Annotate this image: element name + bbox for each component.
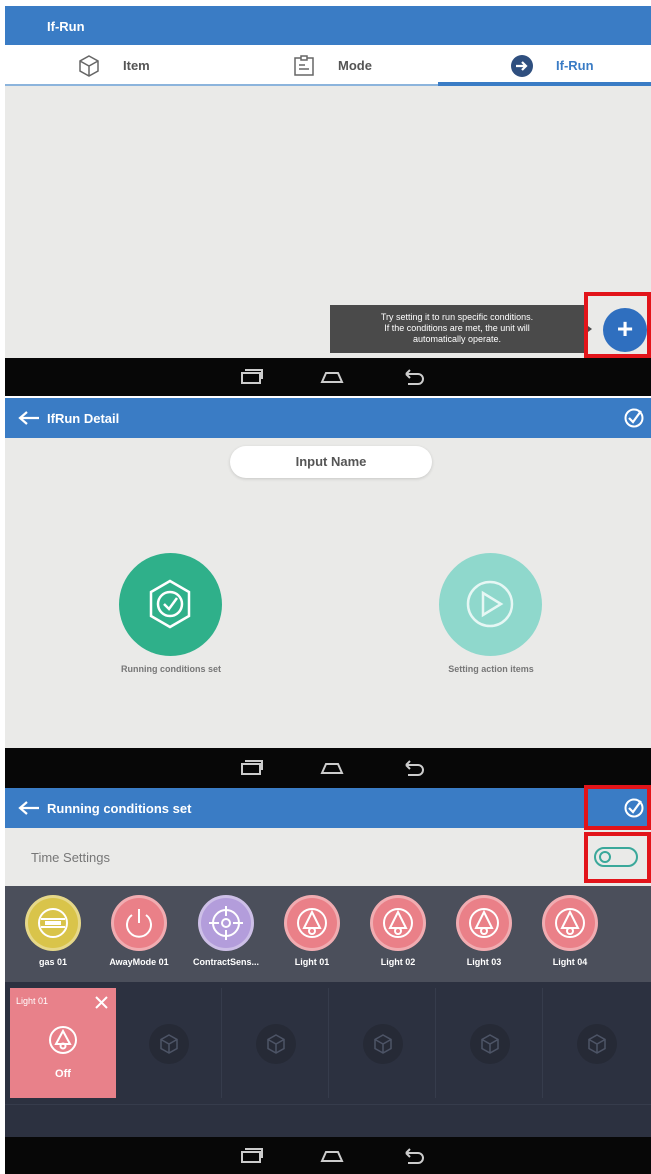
- device-label: Light 01: [294, 957, 330, 967]
- device-label: gas 01: [38, 957, 68, 967]
- system-nav-bar: [5, 748, 651, 788]
- power-icon: [111, 895, 167, 951]
- device-strip: gas 01 AwayMode 01 ContractSens... Light…: [5, 886, 651, 982]
- page-title: IfRun Detail: [47, 411, 120, 426]
- app-bar: If-Run: [5, 6, 651, 45]
- tab-mode-label: Mode: [338, 58, 372, 73]
- check-circle-icon[interactable]: [624, 408, 644, 428]
- gas-icon: [25, 895, 81, 951]
- page-title: Running conditions set: [47, 801, 192, 816]
- tab-item-label: Item: [123, 58, 150, 73]
- lamp-icon: [49, 1026, 77, 1054]
- device-label: Light 04: [552, 957, 588, 967]
- device-item-light-04[interactable]: Light 04: [527, 895, 613, 967]
- running-conditions-caption: Running conditions set: [121, 664, 221, 674]
- time-settings-row: Time Settings: [5, 828, 651, 886]
- device-item-awaymode-01[interactable]: AwayMode 01: [96, 895, 182, 967]
- empty-slot[interactable]: [543, 988, 650, 1098]
- close-icon[interactable]: [95, 996, 108, 1009]
- app-bar: IfRun Detail: [5, 398, 651, 438]
- home-icon[interactable]: [318, 760, 346, 776]
- system-nav-bar: [5, 1137, 651, 1174]
- lamp-icon: [370, 895, 426, 951]
- cube-icon: [256, 1024, 296, 1064]
- time-settings-label: Time Settings: [31, 850, 110, 865]
- app-bar: Running conditions set: [5, 788, 651, 828]
- home-icon[interactable]: [318, 369, 346, 385]
- empty-slot[interactable]: [436, 988, 543, 1098]
- arrow-circle-icon: [511, 54, 533, 77]
- device-label: AwayMode 01: [109, 957, 169, 967]
- cube-icon: [363, 1024, 403, 1064]
- add-button[interactable]: +: [603, 308, 647, 352]
- device-item-contractsens[interactable]: ContractSens...: [183, 895, 269, 967]
- home-icon[interactable]: [318, 1148, 346, 1164]
- cube-icon: [149, 1024, 189, 1064]
- empty-slot[interactable]: [329, 988, 436, 1098]
- back-icon[interactable]: [400, 369, 426, 385]
- selected-condition-card[interactable]: Light 01 Off: [10, 988, 116, 1098]
- tab-mode[interactable]: Mode: [292, 45, 372, 86]
- running-conditions-button[interactable]: [119, 553, 222, 656]
- play-circle-icon: [466, 580, 514, 628]
- tab-bar: Item Mode If-Run: [5, 45, 651, 86]
- highlight-box: [584, 785, 651, 830]
- tab-if-run[interactable]: If-Run: [510, 45, 594, 86]
- back-arrow-icon[interactable]: [17, 410, 41, 426]
- device-item-gas-01[interactable]: gas 01: [10, 895, 96, 967]
- hint-tooltip: Try setting it to run specific condition…: [330, 305, 584, 353]
- grid-divider: [5, 1104, 651, 1105]
- card-title: Light 01: [16, 996, 49, 1006]
- lamp-icon: [284, 895, 340, 951]
- highlight-box: [584, 832, 651, 883]
- sensor-icon: [198, 895, 254, 951]
- recents-icon[interactable]: [238, 369, 264, 385]
- cube-icon: [577, 1024, 617, 1064]
- tab-item[interactable]: Item: [77, 45, 150, 86]
- tooltip-line: Try setting it to run specific condition…: [380, 312, 534, 322]
- action-items-button[interactable]: [439, 553, 542, 656]
- ifrun-detail-body: [5, 438, 651, 748]
- cube-icon: [79, 54, 99, 77]
- tooltip-line: If the conditions are met, the unit will: [384, 323, 530, 333]
- device-item-light-03[interactable]: Light 03: [441, 895, 527, 967]
- conditions-icon: [149, 579, 191, 629]
- device-label: ContractSens...: [192, 957, 259, 967]
- back-icon[interactable]: [400, 1148, 426, 1164]
- name-input[interactable]: Input Name: [230, 446, 432, 478]
- action-items-caption: Setting action items: [448, 664, 534, 674]
- recents-icon[interactable]: [238, 760, 264, 776]
- back-icon[interactable]: [400, 760, 426, 776]
- lamp-icon: [456, 895, 512, 951]
- empty-slot[interactable]: [222, 988, 329, 1098]
- empty-slot[interactable]: [115, 988, 222, 1098]
- tab-if-run-label: If-Run: [556, 58, 594, 73]
- tooltip-line: automatically operate.: [412, 334, 502, 344]
- cube-icon: [470, 1024, 510, 1064]
- back-arrow-icon[interactable]: [17, 800, 41, 816]
- system-nav-bar: [5, 358, 651, 396]
- device-item-light-01[interactable]: Light 01: [269, 895, 355, 967]
- card-state: Off: [55, 1068, 71, 1080]
- page-title: If-Run: [47, 19, 85, 34]
- device-item-light-02[interactable]: Light 02: [355, 895, 441, 967]
- lamp-icon: [542, 895, 598, 951]
- device-label: Light 02: [380, 957, 416, 967]
- device-label: Light 03: [466, 957, 502, 967]
- recents-icon[interactable]: [238, 1148, 264, 1164]
- mode-icon: [294, 54, 314, 76]
